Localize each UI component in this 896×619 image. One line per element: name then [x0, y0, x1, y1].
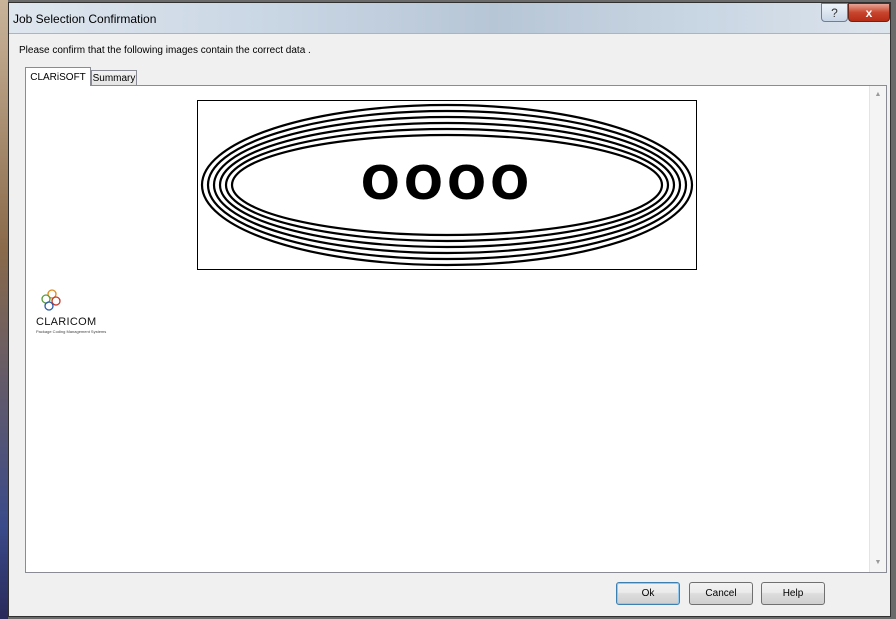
close-button[interactable]: x — [848, 3, 890, 22]
vertical-scrollbar[interactable]: ▲ ▼ — [869, 86, 886, 572]
help-title-button[interactable]: ? — [821, 3, 848, 22]
tab-summary[interactable]: Summary — [91, 70, 137, 86]
tab-content-panel: OOOO CLARICOM Package Coding Management … — [25, 85, 887, 573]
instruction-text: Please confirm that the following images… — [19, 45, 311, 56]
window-title: Job Selection Confirmation — [13, 12, 157, 26]
close-x-icon: x — [865, 5, 873, 20]
scroll-down-icon[interactable]: ▼ — [873, 558, 883, 568]
help-button[interactable]: Help — [761, 582, 825, 605]
ellipse-rings-graphic: OOOO — [200, 103, 694, 267]
logo-name: CLARICOM — [36, 316, 97, 328]
label-preview-text: OOOO — [361, 156, 533, 210]
dialog-window: Job Selection Confirmation ? x Please co… — [8, 2, 891, 617]
title-bar[interactable]: Job Selection Confirmation ? x — [9, 3, 890, 34]
claricom-loops-icon — [41, 289, 61, 311]
desktop-background — [0, 0, 8, 619]
logo-tagline: Package Coding Management Systems — [36, 329, 107, 334]
label-preview-image: OOOO — [197, 100, 697, 270]
question-mark-icon: ? — [831, 5, 838, 20]
tab-clarisoft[interactable]: CLARiSOFT — [25, 67, 91, 86]
claricom-logo: CLARICOM Package Coding Management Syste… — [36, 288, 146, 348]
ok-button[interactable]: Ok — [616, 582, 680, 605]
cancel-button[interactable]: Cancel — [689, 582, 753, 605]
scroll-up-icon[interactable]: ▲ — [873, 90, 883, 100]
